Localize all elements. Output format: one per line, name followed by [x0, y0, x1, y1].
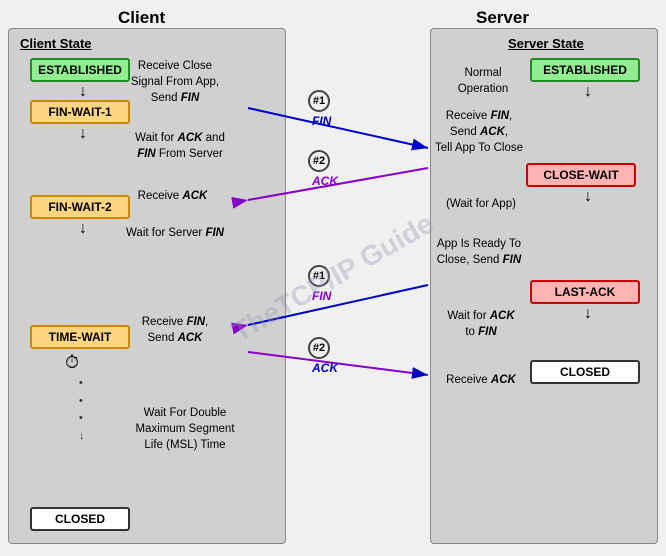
- ack-label-2b: ACK: [312, 361, 338, 375]
- arrow-s1: ↓: [584, 83, 592, 101]
- fin-label-1b: FIN: [312, 289, 331, 303]
- client-desc-6: Wait For DoubleMaximum SegmentLife (MSL)…: [115, 405, 255, 453]
- closed-client-box: CLOSED: [30, 507, 130, 531]
- server-state-label: Server State: [508, 36, 584, 51]
- tcp-diagram: Client Server Client State Server State …: [0, 0, 666, 556]
- arrow-2: ↓: [79, 125, 87, 143]
- server-title: Server: [476, 8, 529, 28]
- fin-label-1a: FIN: [312, 114, 331, 128]
- client-desc-4: Wait for Server FIN: [115, 225, 235, 241]
- client-desc-2: Wait for ACK andFIN From Server: [115, 130, 245, 162]
- ack-label-2a: ACK: [312, 174, 338, 188]
- server-desc-4: App Is Ready ToClose, Send FIN: [435, 236, 523, 268]
- client-desc-1: Receive CloseSignal From App,Send FIN: [115, 58, 235, 106]
- client-title: Client: [118, 8, 165, 28]
- client-state-label: Client State: [20, 36, 92, 51]
- server-desc-2: Receive FIN,Send ACK,Tell App To Close: [435, 108, 523, 156]
- arrow-s3: ↓: [584, 305, 592, 323]
- arrow-3: ↓: [79, 220, 87, 238]
- close-wait-box: CLOSE-WAIT: [526, 163, 636, 187]
- client-desc-3: Receive ACK: [115, 188, 230, 204]
- num-badge-2a: #2: [308, 150, 330, 172]
- clock-icon: ⏱: [65, 352, 79, 373]
- num-badge-1a: #1: [308, 90, 330, 112]
- closed-server-box: CLOSED: [530, 360, 640, 384]
- server-desc-1: Normal Operation: [438, 65, 528, 97]
- server-desc-6: Receive ACK: [438, 372, 524, 388]
- dashed-arrow: •••↓: [79, 375, 85, 445]
- arrow-s2: ↓: [584, 188, 592, 206]
- num-badge-2b: #2: [308, 337, 330, 359]
- client-desc-5: Receive FIN,Send ACK: [115, 314, 235, 346]
- established-server-box: ESTABLISHED: [530, 58, 640, 82]
- last-ack-box: LAST-ACK: [530, 280, 640, 304]
- server-desc-5: Wait for ACKto FIN: [438, 308, 524, 340]
- arrow-1: ↓: [79, 83, 87, 101]
- num-badge-1b: #1: [308, 265, 330, 287]
- server-desc-3: (Wait for App): [438, 196, 524, 212]
